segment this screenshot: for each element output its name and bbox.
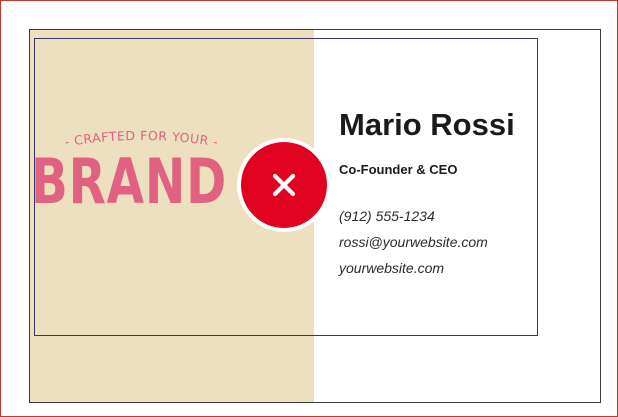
preview-frame: - CRAFTED FOR YOUR - BRAND Mario Rossi C… — [0, 0, 618, 417]
contact-phone: (912) 555-1234 — [339, 208, 435, 224]
contact-name: Mario Rossi — [339, 107, 515, 142]
brand-wordmark: BRAND — [31, 145, 228, 218]
contact-email: rossi@yourwebsite.com — [339, 234, 488, 250]
contact-role: Co-Founder & CEO — [339, 162, 458, 177]
close-icon — [272, 173, 296, 197]
remove-button[interactable] — [241, 142, 327, 228]
contact-website: yourwebsite.com — [339, 260, 445, 276]
